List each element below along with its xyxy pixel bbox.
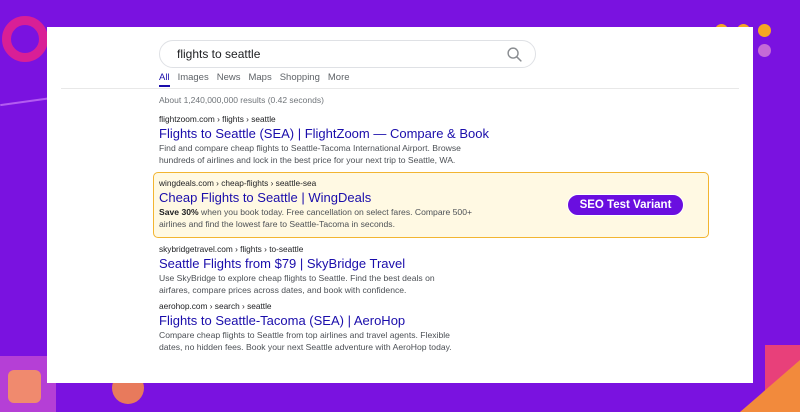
result-url: skybridgetravel.com › flights › to-seatt… — [159, 244, 304, 254]
snippet-line: Use SkyBridge to explore cheap flights t… — [159, 273, 435, 283]
result-url: flightzoom.com › flights › seattle — [159, 114, 276, 124]
result-snippet: Compare cheap flights to Seattle from to… — [159, 329, 599, 353]
snippet-line: airlines and find the lowest fare to Sea… — [159, 219, 395, 229]
divider — [61, 88, 739, 89]
snippet-line: Save 30% when you book today. Free cance… — [159, 206, 599, 218]
result-title-link[interactable]: Flights to Seattle (SEA) | FlightZoom — … — [159, 125, 599, 142]
tab-images[interactable]: Images — [178, 72, 209, 87]
search-result: aerohop.com › search › seattle Flights t… — [159, 301, 599, 353]
decorative-dot — [758, 44, 771, 57]
tab-all[interactable]: All — [159, 72, 170, 87]
seo-test-variant-badge: SEO Test Variant — [567, 194, 684, 216]
search-icon[interactable] — [506, 46, 523, 63]
snippet-bold: Save 30% — [159, 207, 199, 217]
result-snippet: Find and compare cheap flights to Seattl… — [159, 142, 599, 166]
tab-news[interactable]: News — [217, 72, 241, 87]
result-snippet: Use SkyBridge to explore cheap flights t… — [159, 272, 599, 296]
snippet-text: when you book today. Free cancellation o… — [198, 207, 473, 217]
snippet-line: Compare cheap flights to Seattle from to… — [159, 330, 450, 340]
search-result: skybridgetravel.com › flights › to-seatt… — [159, 244, 599, 296]
search-result: flightzoom.com › flights › seattle Fligh… — [159, 114, 599, 166]
result-snippet: Save 30% when you book today. Free cance… — [159, 206, 599, 230]
snippet-line: airfares, compare prices across dates, a… — [159, 285, 407, 295]
result-title-link[interactable]: Cheap Flights to Seattle | WingDeals — [159, 189, 599, 206]
search-input[interactable]: flights to seattle — [159, 40, 536, 68]
search-query[interactable]: flights to seattle — [177, 47, 260, 61]
result-title-link[interactable]: Seattle Flights from $79 | SkyBridge Tra… — [159, 255, 599, 272]
result-url: wingdeals.com › cheap-flights › seattle-… — [159, 178, 317, 188]
result-url: aerohop.com › search › seattle — [159, 301, 272, 311]
snippet-line: Find and compare cheap flights to Seattl… — [159, 143, 461, 153]
decorative-square — [8, 370, 41, 403]
search-results-page: flights to seattle All Images News Maps … — [47, 27, 753, 383]
tab-shopping[interactable]: Shopping — [280, 72, 320, 87]
results-stats: About 1,240,000,000 results (0.42 second… — [159, 95, 324, 105]
search-tabs: All Images News Maps Shopping More — [159, 72, 350, 87]
tab-maps[interactable]: Maps — [248, 72, 271, 87]
snippet-line: dates, no hidden fees. Book your next Se… — [159, 342, 452, 352]
decorative-ring — [2, 16, 48, 62]
tab-more[interactable]: More — [328, 72, 350, 87]
result-title-link[interactable]: Flights to Seattle-Tacoma (SEA) | AeroHo… — [159, 312, 599, 329]
decorative-dot — [758, 24, 771, 37]
search-result-highlighted: wingdeals.com › cheap-flights › seattle-… — [159, 178, 599, 230]
snippet-line: hundreds of airlines and lock in the bes… — [159, 155, 456, 165]
